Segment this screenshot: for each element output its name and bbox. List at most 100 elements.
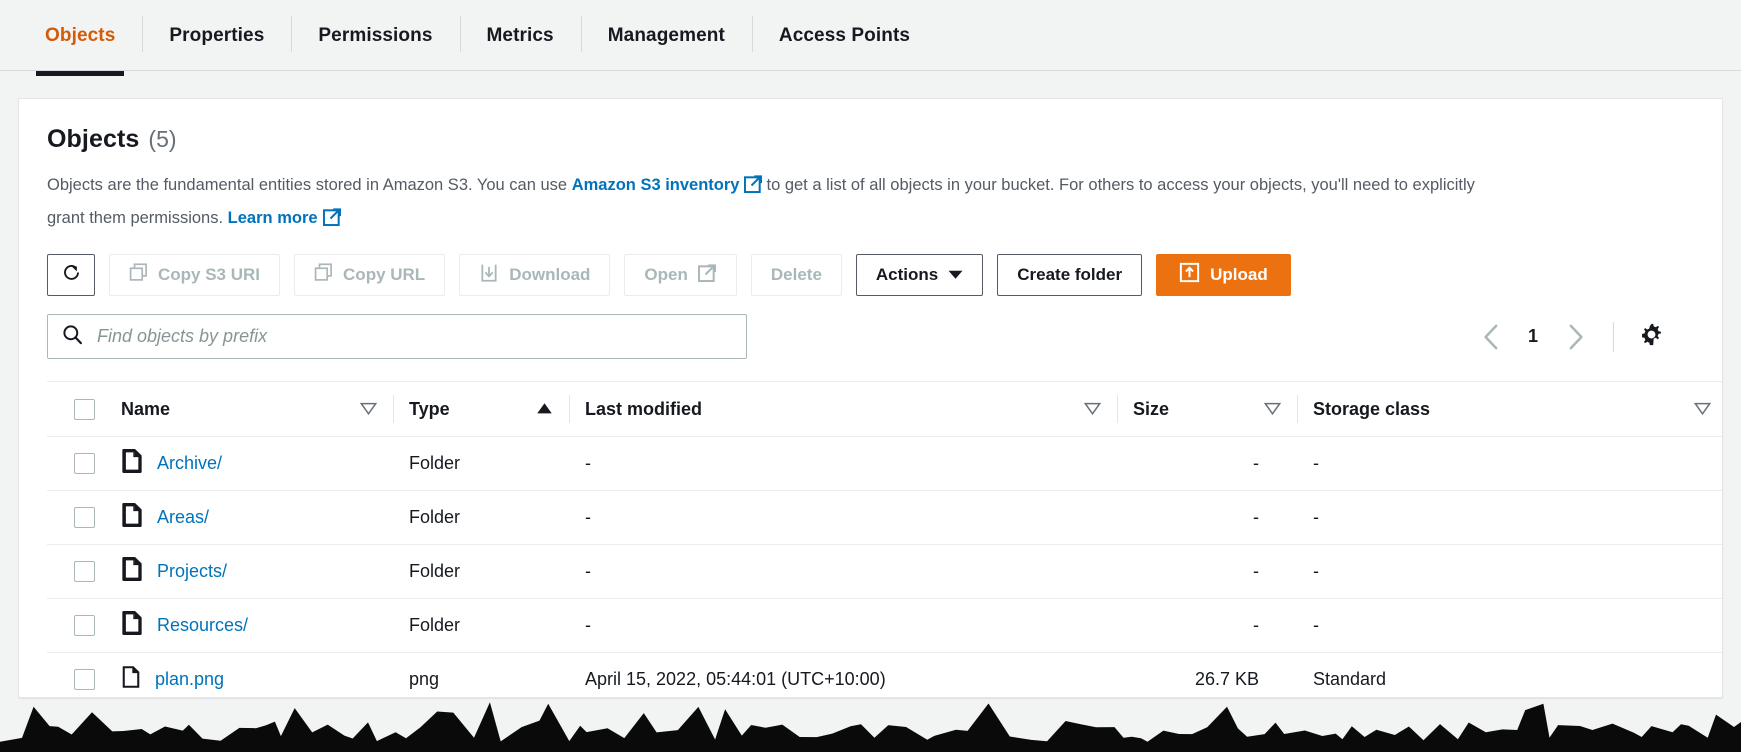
column-label-name: Name [121, 398, 171, 419]
previous-page-button[interactable] [1469, 317, 1513, 357]
row-checkbox[interactable] [73, 669, 95, 690]
open-button[interactable]: Open [624, 254, 737, 296]
table-header-row: Name Type Last modified Size Storage cla… [47, 381, 1722, 437]
folder-icon [121, 557, 143, 586]
tab-permissions[interactable]: Permissions [291, 0, 459, 72]
row-last-modified-cell-text: - [585, 561, 591, 581]
row-size-cell-text: - [1253, 507, 1259, 527]
settings-gear-button[interactable] [1630, 317, 1672, 357]
row-size-cell: - [1117, 598, 1297, 653]
search-icon [62, 324, 83, 350]
column-header-type[interactable]: Type [393, 381, 569, 437]
row-checkbox[interactable] [73, 453, 95, 474]
row-type-cell: Folder [393, 490, 569, 545]
actions-label: Actions [875, 265, 939, 284]
learn-more-link[interactable]: Learn more [228, 209, 318, 227]
open-label: Open [644, 265, 688, 284]
object-name-link[interactable]: Areas/ [157, 507, 209, 528]
tab-label: Access Points [778, 25, 911, 46]
object-name-link[interactable]: Archive/ [157, 453, 222, 474]
row-last-modified-cell-text: - [585, 507, 591, 527]
torn-paper-edge [0, 702, 1741, 752]
table-row: Areas/Folder - - - [47, 490, 1722, 545]
name-cell: Areas/ [121, 490, 393, 545]
row-last-modified-cell: - [569, 544, 1117, 599]
row-type-cell-text: Folder [409, 615, 461, 635]
tab-access-points[interactable]: Access Points [751, 0, 937, 72]
row-last-modified-cell: - [569, 436, 1117, 491]
tab-objects[interactable]: Objects [18, 0, 142, 76]
folder-icon [121, 611, 143, 640]
column-header-last-modified[interactable]: Last modified [569, 381, 1117, 437]
row-last-modified-cell-text: April 15, 2022, 05:44:01 (UTC+10:00) [585, 669, 886, 689]
objects-table: Name Type Last modified Size Storage cla… [47, 381, 1722, 697]
row-checkbox[interactable] [73, 615, 95, 636]
create-folder-label: Create folder [1017, 265, 1123, 284]
table-row: Archive/Folder - - - [47, 436, 1722, 491]
copy-s3-uri-button[interactable]: Copy S3 URI [109, 254, 281, 296]
objects-count: (5) [148, 126, 177, 152]
row-storage-class-cell: - [1297, 544, 1722, 599]
row-size-cell: - [1117, 436, 1297, 491]
upload-button[interactable]: Upload [1156, 254, 1291, 296]
select-all-checkbox[interactable] [73, 398, 95, 420]
column-header-size[interactable]: Size [1117, 381, 1297, 437]
copy-icon-2 [314, 263, 333, 287]
sort-icon-storage-class [1693, 399, 1712, 420]
external-link-icon-3 [697, 263, 717, 287]
tab-strip: Objects Properties Permissions Metrics Manag… [0, 0, 1741, 76]
column-header-name[interactable]: Name [121, 381, 393, 437]
row-size-cell: - [1117, 490, 1297, 545]
search-box[interactable] [47, 314, 747, 359]
copy-url-label: Copy URL [343, 265, 426, 284]
object-name-link[interactable]: Projects/ [157, 561, 227, 582]
row-storage-class-cell-text: Standard [1313, 669, 1387, 689]
tab-metrics[interactable]: Metrics [459, 0, 581, 72]
delete-button[interactable]: Delete [750, 254, 842, 296]
next-page-button[interactable] [1553, 317, 1597, 357]
objects-panel: Objects (5) Objects are the fundamental … [18, 98, 1723, 698]
download-icon [479, 263, 499, 288]
row-checkbox[interactable] [73, 561, 95, 582]
object-name-link[interactable]: Resources/ [157, 615, 248, 636]
sort-icon-last-modified [1083, 399, 1102, 420]
row-last-modified-cell-text: - [585, 453, 591, 473]
row-checkbox[interactable] [73, 507, 95, 528]
page-number-1[interactable]: 1 [1515, 317, 1551, 357]
refresh-button[interactable] [47, 254, 95, 296]
create-folder-button[interactable]: Create folder [997, 254, 1143, 296]
search-input[interactable] [95, 325, 732, 348]
object-name-link[interactable]: plan.png [155, 669, 224, 690]
row-size-cell: - [1117, 544, 1297, 599]
download-button[interactable]: Download [459, 254, 611, 296]
tab-management[interactable]: Management [580, 0, 752, 72]
sort-icon-size [1263, 399, 1282, 420]
objects-toolbar: Copy S3 URI Copy URL Download Open Delet… [47, 254, 1694, 296]
copy-url-button[interactable]: Copy URL [294, 254, 446, 296]
tab-properties[interactable]: Properties [142, 0, 291, 72]
column-header-storage-class[interactable]: Storage class [1297, 381, 1722, 437]
name-cell: plan.png [121, 652, 393, 697]
row-size-cell: 26.7 KB [1117, 652, 1297, 697]
folder-icon [121, 503, 143, 532]
upload-label: Upload [1210, 265, 1268, 284]
row-select-cell [47, 490, 121, 545]
external-link-icon [744, 173, 763, 203]
row-type-cell: png [393, 652, 569, 697]
actions-dropdown-button[interactable]: Actions [855, 254, 984, 296]
tab-label: Objects [45, 25, 116, 46]
panel-header: Objects (5) [47, 125, 1694, 154]
gear-icon [1638, 321, 1665, 353]
panel-description: Objects are the fundamental entities sto… [47, 170, 1517, 236]
table-row: Projects/Folder - - - [47, 544, 1722, 599]
amazon-s3-inventory-link[interactable]: Amazon S3 inventory [572, 176, 740, 194]
copy-icon [129, 263, 148, 287]
row-last-modified-cell: April 15, 2022, 05:44:01 (UTC+10:00) [569, 652, 1117, 697]
row-select-cell [47, 652, 121, 697]
column-label-size: Size [1133, 398, 1170, 419]
row-select-cell [47, 598, 121, 653]
column-label-storage-class: Storage class [1313, 398, 1431, 419]
pagination-divider [1613, 321, 1614, 352]
row-last-modified-cell: - [569, 490, 1117, 545]
tab-label: Permissions [318, 25, 433, 46]
